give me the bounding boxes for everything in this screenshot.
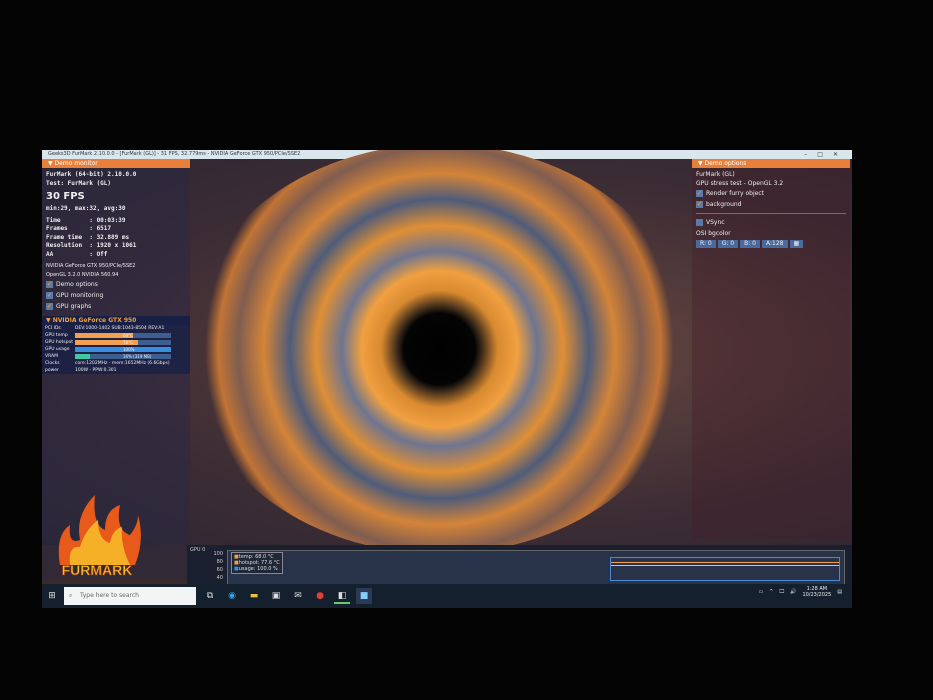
check-icon: ✓	[696, 189, 703, 197]
active-window-icon[interactable]: ■	[356, 588, 372, 604]
furmark-taskbar-icon[interactable]: ●	[312, 588, 328, 604]
bar-value: 100%	[123, 347, 135, 352]
clock[interactable]: 1:28 AM 10/23/2025	[802, 586, 831, 598]
checkbox-gpu-monitoring[interactable]: ✓ GPU monitoring	[42, 290, 190, 301]
checkbox-background[interactable]: ✓ background	[692, 199, 850, 210]
checkbox-gpu-graphs[interactable]: ✓ GPU graphs	[42, 301, 190, 312]
stat-frames: Frames : 6517	[46, 225, 112, 232]
progress-bar: 78°C	[75, 340, 171, 345]
furry-object	[187, 150, 692, 554]
volume-icon[interactable]: 🔊	[790, 589, 796, 595]
notification-icon[interactable]: ▤	[837, 589, 842, 595]
demo-options-panel: ▼ Demo options FurMark (GL) GPU stress t…	[692, 159, 850, 539]
svg-text:FURMARK: FURMARK	[62, 562, 133, 578]
color-picker-icon[interactable]: ▦	[789, 239, 804, 248]
b-field[interactable]: B: 0	[740, 239, 761, 248]
progress-bar: 16% (319 MB)	[75, 354, 171, 359]
check-icon: ✓	[46, 291, 53, 299]
keyboard-icon[interactable]: ▭	[758, 589, 763, 595]
renderer-info: NVIDIA GeForce GTX 950/PCIe/SSE2	[46, 263, 136, 269]
osi-bgcolor-label: OSI bgcolor	[696, 230, 731, 237]
demo-options-header[interactable]: ▼ Demo options	[692, 159, 850, 168]
check-icon: ✓	[696, 200, 703, 208]
bar-value: 68°C	[123, 333, 133, 338]
check-icon: ✓	[46, 302, 53, 310]
tick: 40	[216, 575, 223, 581]
unchecked-box	[696, 219, 703, 226]
bar-value: 16% (319 MB)	[123, 354, 152, 359]
check-icon: ✓	[46, 280, 53, 288]
system-tray: ▭ ^ 🖵 🔊 1:28 AM 10/23/2025 ▤	[758, 586, 842, 598]
gpu-header[interactable]: ▼ NVIDIA GeForce GTX 950	[42, 316, 190, 325]
clocks-row: Clocks core:1202MHz - mem:1652MHz (6.6Gbp…	[42, 360, 190, 367]
mail-icon[interactable]: ✉	[290, 588, 306, 604]
power-row: power 100W - PPW:0.301	[42, 367, 190, 374]
edge-icon[interactable]: ◉	[224, 588, 240, 604]
graph-plot	[227, 550, 845, 586]
tick: 80	[216, 559, 223, 565]
stat-resolution: Resolution : 1920 x 1061	[46, 242, 137, 249]
store-icon[interactable]: ▣	[268, 588, 284, 604]
graph-legend: ■temp: 68.0 °C ■hotspot: 77.6 °C ■usage:…	[231, 552, 283, 574]
graph-label: GPU 0	[190, 547, 206, 553]
mini-graph	[610, 557, 840, 581]
gpu-bar-row: GPU temp 68°C	[42, 332, 190, 339]
chevron-up-icon[interactable]: ^	[769, 589, 773, 595]
options-test: GPU stress test - OpenGL 3.2	[696, 179, 784, 187]
app-version: FurMark (64-bit) 2.10.0.0	[46, 171, 137, 178]
stat-time: Time : 00:03:39	[46, 216, 126, 224]
pci-row: PCI IDs DEV:1000-1402 SUB:1043-8504 REV:A…	[42, 325, 190, 332]
gpu-bar-row: VRAM 16% (319 MB)	[42, 353, 190, 360]
gpu-bar-row: GPU usage 100%	[42, 346, 190, 353]
taskbar-search[interactable]: ⌕ Type here to search	[64, 587, 196, 605]
checkbox-vsync[interactable]: VSync	[692, 217, 850, 228]
bar-value: 78°C	[123, 340, 133, 345]
gpu-bar-row: GPU hotspot 78°C	[42, 339, 190, 346]
opengl-info: OpenGL 3.2.0 NVIDIA 560.94	[46, 271, 119, 278]
g-field[interactable]: G: 0	[717, 239, 739, 248]
monitor-screen: Geeks3D FurMark 2.10.0.0 - [FurMark (GL)…	[42, 150, 852, 608]
file-explorer-icon[interactable]: ▬	[246, 588, 262, 604]
a-field[interactable]: A:128	[762, 239, 788, 248]
bar-label: GPU usage	[45, 347, 70, 352]
fps-stats: min:29, max:32, avg:30	[46, 205, 126, 212]
search-icon: ⌕	[69, 592, 73, 599]
tick: 100	[213, 551, 223, 557]
window-title: Geeks3D FurMark 2.10.0.0 - [FurMark (GL)…	[48, 151, 301, 157]
furmark-logo: FURMARK	[58, 495, 141, 578]
progress-bar: 100%	[75, 347, 171, 352]
fps-value: 30 FPS	[46, 191, 85, 202]
progress-bar: 68°C	[75, 333, 171, 338]
bar-fill	[75, 354, 91, 359]
r-field[interactable]: R: 0	[696, 239, 716, 248]
demo-monitor-header[interactable]: ▼ Demo monitor	[42, 159, 190, 168]
test-name: Test: FurMark (GL)	[46, 179, 112, 187]
checkbox-demo-options[interactable]: ✓ Demo options	[42, 279, 190, 290]
checkbox-render-furry-object[interactable]: ✓ Render furry object	[692, 188, 850, 199]
bar-label: GPU temp	[45, 333, 68, 338]
bar-label: VRAM	[45, 354, 58, 359]
windows-start-icon[interactable]: ⊞	[44, 588, 60, 604]
gpu-app-icon[interactable]: ◧	[334, 588, 350, 604]
network-icon[interactable]: 🖵	[779, 589, 784, 595]
taskbar: ⊞ ⌕ Type here to search ⧉ ◉ ▬ ▣ ✉ ● ◧ ■ ▭…	[42, 584, 852, 608]
window-controls[interactable]: –□✕	[804, 150, 848, 159]
bar-label: GPU hotspot	[45, 340, 74, 345]
stat-aa: AA : Off	[46, 250, 108, 258]
task-view-icon[interactable]: ⧉	[202, 588, 218, 604]
stat-frame-time: Frame time : 32.889 ms	[46, 233, 130, 241]
tick: 60	[216, 567, 223, 573]
options-app: FurMark (GL)	[696, 171, 735, 178]
